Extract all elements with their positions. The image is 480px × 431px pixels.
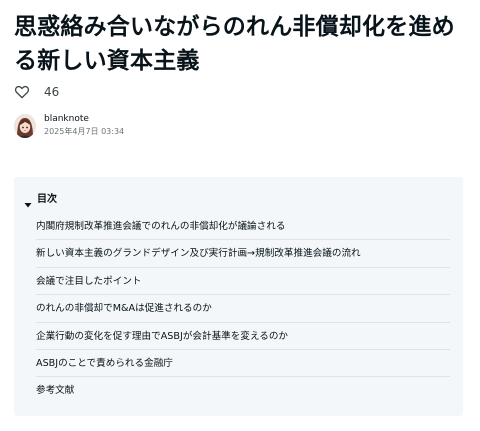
author-block: blanknote 2025年4月7日 03:34 — [14, 113, 124, 138]
toc-item[interactable]: 新しい資本主義のグランドデザイン及び実行計画→規制改革推進会議の流れ — [36, 240, 450, 268]
like-section: 46 — [14, 83, 59, 101]
toc-item[interactable]: 企業行動の変化を促す理由でASBJが会計基準を変えるのか — [36, 323, 450, 350]
like-count: 46 — [44, 85, 60, 99]
author-meta: blanknote 2025年4月7日 03:34 — [44, 113, 124, 138]
toc-item[interactable]: 内閣府規制改革推進会議でのれんの非償却化が議論される — [36, 213, 450, 241]
toc-item[interactable]: のれんの非償却でM&Aは促進されるのか — [36, 295, 450, 323]
note-article-page: 思惑絡み合いながらのれん非償却化を進める新しい資本主義 46 blanknote — [0, 0, 480, 431]
toc-item[interactable]: ASBJのことで責められる金融庁 — [36, 350, 450, 378]
avatar[interactable] — [14, 113, 36, 138]
article-title: 思惑絡み合いながらのれん非償却化を進める新しい資本主義 — [14, 14, 455, 74]
toc-toggle[interactable]: 目次 — [24, 190, 57, 207]
heart-outline-icon[interactable] — [14, 84, 30, 100]
toc-heading: 目次 — [37, 194, 57, 205]
toc-item[interactable]: 参考文献 — [36, 377, 450, 404]
toc-item[interactable]: 会議で注目したポイント — [36, 268, 450, 296]
publish-date: 2025年4月7日 03:34 — [44, 127, 125, 136]
table-of-contents: 目次 内閣府規制改革推進会議でのれんの非償却化が議論される 新しい資本主義のグラ… — [14, 177, 463, 416]
author-name[interactable]: blanknote — [44, 113, 124, 125]
toc-list: 内閣府規制改革推進会議でのれんの非償却化が議論される 新しい資本主義のグランドデ… — [36, 213, 450, 405]
caret-down-icon — [24, 194, 32, 207]
